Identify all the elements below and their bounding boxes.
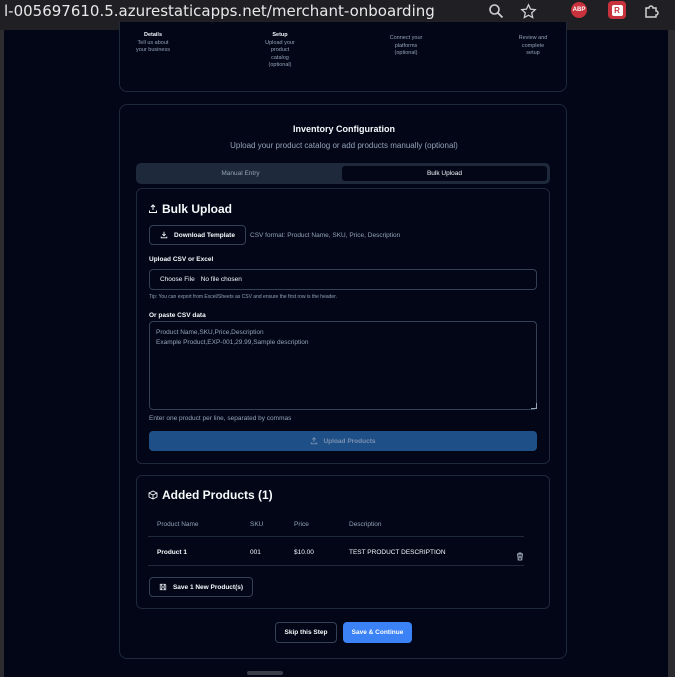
resize-handle[interactable] xyxy=(531,403,537,409)
adblock-extension-icon[interactable]: ABP xyxy=(571,2,587,18)
column-header-description: Description xyxy=(349,521,382,528)
upload-icon xyxy=(149,204,157,213)
step-integrations[interactable]: Connect your platforms (optional) xyxy=(373,35,439,58)
trash-icon[interactable] xyxy=(516,548,524,566)
bulk-upload-panel: Bulk Upload Download Template CSV format… xyxy=(136,188,550,464)
star-icon[interactable] xyxy=(520,2,537,20)
tab-bulk-upload[interactable]: Bulk Upload xyxy=(342,166,547,181)
inventory-card: Inventory Configuration Upload your prod… xyxy=(119,104,567,659)
step-description: Tell us about your business xyxy=(136,39,170,54)
step-setup[interactable]: Setup Upload your product catalog (optio… xyxy=(247,32,313,70)
panel-title: Bulk Upload xyxy=(148,202,232,216)
step-details[interactable]: Details Tell us about your business xyxy=(120,32,186,55)
step-title: Details xyxy=(143,32,163,38)
upload-products-button[interactable]: Upload Products xyxy=(149,431,537,451)
table-header-divider xyxy=(148,536,524,537)
tab-manual-entry[interactable]: Manual Entry xyxy=(139,166,342,181)
step-description: Upload your product catalog (optional) xyxy=(265,39,295,69)
download-template-label: Download Template xyxy=(174,231,235,239)
tab-list: Manual Entry Bulk Upload xyxy=(136,163,550,184)
save-icon xyxy=(159,583,167,591)
file-input[interactable]: Choose File No file chosen xyxy=(149,269,537,290)
skip-step-button[interactable]: Skip this Step xyxy=(275,622,337,643)
column-header-sku: SKU xyxy=(250,521,264,528)
horizontal-scrollbar[interactable] xyxy=(247,671,283,675)
cell-product-name: Product 1 xyxy=(157,549,187,556)
puzzle-icon[interactable] xyxy=(643,2,659,20)
window-frame-left xyxy=(0,30,4,677)
package-icon xyxy=(148,490,158,500)
save-continue-button[interactable]: Save & Continue xyxy=(343,622,412,643)
cell-description: TEST PRODUCT DESCRIPTION xyxy=(349,549,446,556)
csv-format-note: CSV format: Product Name, SKU, Price, De… xyxy=(250,232,401,239)
column-header-name: Product Name xyxy=(157,521,199,528)
csv-textarea[interactable]: Product Name,SKU,Price,Description Examp… xyxy=(149,321,537,410)
progress-stepper: Details Tell us about your business Setu… xyxy=(119,22,567,92)
download-template-button[interactable]: Download Template xyxy=(149,225,246,245)
upload-tip: Tip: You can export from Excel/Sheets as… xyxy=(149,294,337,300)
step-review[interactable]: Review and complete setup xyxy=(500,35,566,58)
csv-help-text: Enter one product per line, separated by… xyxy=(149,415,292,422)
added-products-panel: Added Products (1) Product Name SKU Pric… xyxy=(136,475,550,609)
zoom-icon[interactable] xyxy=(488,2,504,20)
upload-file-label: Upload CSV or Excel xyxy=(149,256,214,263)
paste-csv-label: Or paste CSV data xyxy=(149,312,206,319)
download-icon xyxy=(160,231,168,239)
cell-sku: 001 xyxy=(250,549,261,556)
address-bar[interactable]: l-005697610.5.azurestaticapps.net/mercha… xyxy=(4,2,435,20)
page-title: Inventory Configuration xyxy=(293,124,395,134)
column-header-price: Price xyxy=(294,521,309,528)
choose-file-button[interactable]: Choose File xyxy=(160,276,195,283)
extension-label: R xyxy=(611,4,623,16)
table-row-divider xyxy=(148,565,524,566)
page-subtitle: Upload your product catalog or add produ… xyxy=(230,141,458,150)
step-title: Setup xyxy=(272,32,288,38)
step-description: Connect your platforms (optional) xyxy=(389,35,423,56)
file-status: No file chosen xyxy=(200,276,242,283)
panel-title-text: Added Products (1) xyxy=(162,488,273,502)
save-products-label: Save 1 New Product(s) xyxy=(172,583,244,591)
save-products-button[interactable]: Save 1 New Product(s) xyxy=(149,577,253,597)
cell-price: $10.00 xyxy=(294,549,314,556)
upload-icon xyxy=(311,437,318,445)
extension-icon[interactable]: R xyxy=(608,1,626,19)
step-description: Review and complete setup xyxy=(518,35,548,56)
panel-title-text: Bulk Upload xyxy=(162,202,233,216)
panel-title: Added Products (1) xyxy=(148,488,273,502)
window-frame-right xyxy=(668,30,675,677)
upload-products-label: Upload Products xyxy=(323,437,376,445)
